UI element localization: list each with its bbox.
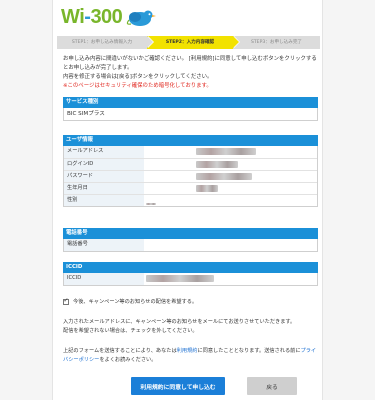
logo-text: Wi-300 <box>61 6 123 28</box>
birthdate-value <box>144 183 317 194</box>
newsletter-label: 今後、キャンペーン等のお知らせの配信を希望する。 <box>73 299 198 305</box>
bird-icon <box>126 10 156 26</box>
iccid-section: ICCID ICCID <box>63 262 318 286</box>
password-label: パスワード <box>64 171 144 182</box>
phone-row: 電話番号 <box>64 239 317 251</box>
iccid-label: ICCID <box>64 273 144 285</box>
redacted-value <box>196 148 256 155</box>
user-info-section: ユーザ情報 メールアドレス ログインID パスワード 生年月日 性別 <box>63 135 318 207</box>
redacted-value <box>196 185 218 192</box>
phone-value <box>144 239 317 251</box>
step-2-current: STEP2：入力内容確認 <box>147 36 240 49</box>
intro-text: お申し込み内容に間違いがないかご確認ください。 [利用規約]に同意して申し込むボ… <box>63 55 318 91</box>
password-row: パスワード <box>64 170 317 182</box>
application-confirm-page: Wi-300 STEP1：お申し込み情報入力 STEP2：入力内容確認 STEP… <box>52 0 323 400</box>
back-button[interactable]: 戻る <box>247 377 297 395</box>
redacted-value <box>146 203 156 205</box>
phone-table: 電話番号 <box>63 239 318 252</box>
redacted-value <box>146 275 214 282</box>
phone-label: 電話番号 <box>64 239 144 251</box>
terms-link[interactable]: 利用規約 <box>177 348 198 354</box>
wi300-logo: Wi-300 <box>61 6 181 32</box>
gender-label: 性別 <box>64 195 144 206</box>
login-id-row: ログインID <box>64 158 317 170</box>
login-id-label: ログインID <box>64 159 144 170</box>
step-1: STEP1：お申し込み情報入力 <box>57 36 154 49</box>
mail-notice: 入力されたメールアドレスに、キャンペーン等のお知らせをメールにてお送りさせていた… <box>63 318 318 336</box>
password-value <box>144 171 317 182</box>
newsletter-optin[interactable]: 今後、キャンペーン等のお知らせの配信を希望する。 <box>63 297 198 305</box>
iccid-row: ICCID <box>64 273 317 285</box>
email-label: メールアドレス <box>64 146 144 158</box>
newsletter-checkbox[interactable] <box>63 297 69 305</box>
agree-and-apply-button[interactable]: 利用規約に同意して申し込む <box>131 377 225 395</box>
security-warning: ※このページはセキュリティ確保のため暗号化しております。 <box>63 83 212 89</box>
iccid-header: ICCID <box>63 262 318 273</box>
phone-section: 電話番号 電話番号 <box>63 228 318 252</box>
email-value <box>144 146 317 158</box>
intro-line-1: お申し込み内容に間違いがないかご確認ください。 [利用規約]に同意して申し込むボ… <box>63 56 317 71</box>
terms-notice-pre: 上記のフォームを送信することにより、あなたは <box>63 348 177 354</box>
iccid-table: ICCID <box>63 273 318 286</box>
terms-notice: 上記のフォームを送信することにより、あなたは利用規約に同意したこととなります。送… <box>63 347 318 365</box>
phone-header: 電話番号 <box>63 228 318 239</box>
service-header: サービス種別 <box>63 97 318 108</box>
birthdate-row: 生年月日 <box>64 182 317 194</box>
user-info-table: メールアドレス ログインID パスワード 生年月日 性別 <box>63 146 318 207</box>
step-3: STEP3：お申し込み完了 <box>233 36 320 49</box>
mail-notice-line-1: 入力されたメールアドレスに、キャンペーン等のお知らせをメールにてお送りさせていた… <box>63 319 296 325</box>
mail-notice-line-2: 配信を希望されない場合は、チェックを外してください。 <box>63 328 198 334</box>
login-id-value <box>144 159 317 170</box>
user-info-header: ユーザ情報 <box>63 135 318 146</box>
redacted-value <box>196 173 252 180</box>
gender-value <box>144 195 317 206</box>
email-row: メールアドレス <box>64 146 317 158</box>
progress-steps: STEP1：お申し込み情報入力 STEP2：入力内容確認 STEP3：お申し込み… <box>57 36 320 49</box>
redacted-value <box>196 161 238 168</box>
intro-line-2: 内容を修正する場合は[戻る]ボタンをクリックしてください。 <box>63 74 213 80</box>
birthdate-label: 生年月日 <box>64 183 144 194</box>
terms-notice-mid: に同意したこととなります。送信される前に <box>197 348 301 354</box>
gender-row: 性別 <box>64 194 317 206</box>
service-value: BIC SIMプラス <box>63 108 318 121</box>
terms-notice-post: をよくお読みください。 <box>99 357 157 363</box>
service-section: サービス種別 BIC SIMプラス <box>63 97 318 121</box>
iccid-value <box>144 273 317 285</box>
